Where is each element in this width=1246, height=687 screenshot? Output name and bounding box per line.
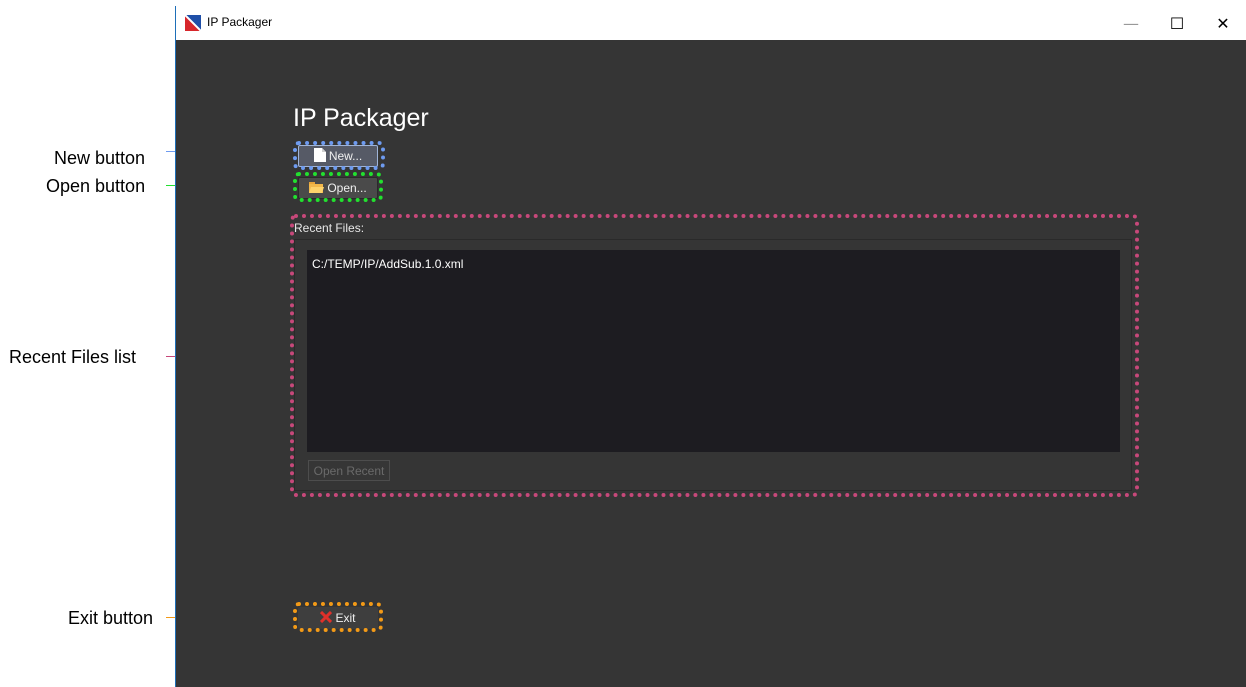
open-recent-button[interactable]: Open Recent [308,460,390,481]
callout-open-label: Open button [46,176,146,196]
page-title: IP Packager [293,104,429,132]
document-icon [313,147,326,165]
open-button-label: Open... [327,181,367,195]
new-button[interactable]: New... [298,145,378,167]
main-content: IP Packager New... Open... Recent Files:… [176,40,1246,687]
exit-button[interactable]: Exit [298,607,378,629]
new-button-label: New... [328,149,363,163]
minimize-button[interactable]: — [1108,6,1154,40]
app-window: IP Packager — ☐ ✕ IP Packager New... Ope… [175,6,1246,687]
window-title: IP Packager [207,15,273,29]
callout-exit-label: Exit button [68,608,154,628]
callout-recent-label: Recent Files list [9,347,137,367]
close-button[interactable]: ✕ [1200,6,1246,40]
title-bar[interactable]: IP Packager — ☐ ✕ [176,6,1246,40]
recent-files-list[interactable]: C:/TEMP/IP/AddSub.1.0.xml [307,250,1120,452]
maximize-button[interactable]: ☐ [1154,6,1200,40]
exit-button-label: Exit [335,611,356,625]
ip-packager-app-icon [184,14,202,32]
red-x-icon [320,610,333,626]
open-button[interactable]: Open... [298,177,378,199]
callout-new-label: New button [54,148,146,168]
folder-icon [309,181,325,196]
recent-files-label: Recent Files: [294,221,365,235]
list-item[interactable]: C:/TEMP/IP/AddSub.1.0.xml [312,256,1115,272]
